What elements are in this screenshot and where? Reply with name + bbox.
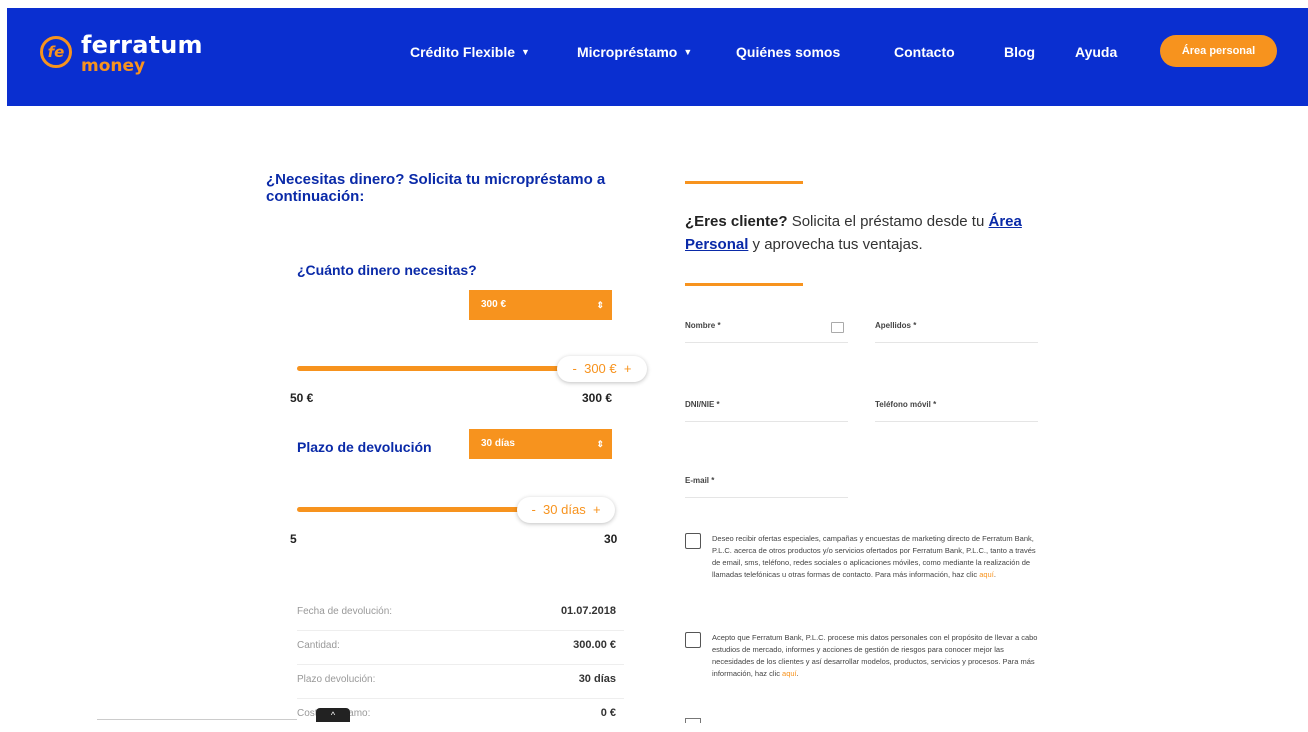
nav-contacto[interactable]: Contacto	[894, 44, 955, 60]
nav-microprestamo[interactable]: Micropréstamo ▼	[577, 44, 692, 60]
consent-text: Acepto que Ferratum Bank, P.L.C. procese…	[712, 633, 1038, 678]
next-consent-checkbox[interactable]	[685, 718, 701, 723]
apellidos-field[interactable]: Apellidos *	[875, 317, 1038, 343]
amount-slider-value: 300 €	[584, 361, 617, 376]
summary-value: 01.07.2018	[560, 605, 616, 617]
term-min: 5	[290, 532, 297, 546]
email-label: E-mail *	[685, 476, 715, 485]
fe-logo-icon: fe	[40, 36, 72, 68]
summary-value: 300.00 €	[573, 639, 616, 651]
summary-value: 30 días	[578, 673, 616, 685]
apellidos-label: Apellidos *	[875, 321, 917, 330]
divider	[685, 283, 803, 286]
telefono-label: Teléfono móvil *	[875, 400, 937, 409]
summary-row: Plazo devolución: 30 días	[297, 664, 624, 699]
term-minus-button[interactable]: -	[531, 502, 535, 517]
nav-label: Crédito Flexible	[410, 44, 516, 60]
dni-field[interactable]: DNI/NIE *	[685, 396, 848, 422]
amount-question: ¿Cuánto dinero necesitas?	[297, 262, 477, 278]
chevron-down-icon: ▼	[521, 47, 530, 57]
term-question: Plazo de devolución	[297, 439, 432, 455]
amount-select[interactable]: 300 € ⇕	[469, 290, 612, 320]
bottom-divider	[97, 719, 297, 720]
amount-plus-button[interactable]: +	[624, 361, 632, 376]
summary-key: Cantidad:	[297, 640, 340, 651]
client-text-2: y aprovecha tus ventajas.	[748, 236, 923, 253]
amount-slider-handle[interactable]: - 300 € +	[557, 356, 647, 382]
term-slider-value: 30 días	[543, 502, 586, 517]
amount-minus-button[interactable]: -	[573, 361, 577, 376]
data-processing-consent: Acepto que Ferratum Bank, P.L.C. procese…	[685, 632, 1040, 712]
client-bold: ¿Eres cliente?	[685, 213, 788, 230]
consent-end: .	[796, 669, 799, 678]
term-slider-track[interactable]	[297, 507, 527, 512]
area-personal-button[interactable]: Área personal	[1160, 35, 1277, 67]
term-max: 30	[604, 532, 618, 546]
nav-ayuda[interactable]: Ayuda	[1075, 44, 1117, 60]
marketing-consent: Deseo recibir ofertas especiales, campañ…	[685, 533, 1040, 613]
header: fe ferratum money Crédito Flexible ▼ Micr…	[0, 0, 1308, 108]
term-plus-button[interactable]: +	[593, 502, 601, 517]
nombre-label: Nombre *	[685, 321, 721, 330]
marketing-consent-checkbox[interactable]	[685, 533, 701, 549]
term-select-value: 30 días	[481, 438, 515, 449]
form-title: ¿Necesitas dinero? Solicita tu microprés…	[266, 171, 606, 205]
nombre-field[interactable]: Nombre *	[685, 317, 848, 343]
amount-max: 300 €	[582, 391, 613, 405]
amount-select-value: 300 €	[481, 299, 507, 310]
summary-row: Fecha de devolución: 01.07.2018	[297, 596, 624, 631]
consent-end: .	[993, 570, 996, 579]
data-processing-consent-checkbox[interactable]	[685, 632, 701, 648]
summary-row: Cantidad: 300.00 €	[297, 630, 624, 665]
logo-sub: money	[81, 56, 146, 76]
divider	[685, 181, 803, 184]
client-prompt: ¿Eres cliente? Solicita el préstamo desd…	[685, 210, 1045, 256]
email-field[interactable]: E-mail *	[685, 472, 848, 498]
data-processing-consent-text: Acepto que Ferratum Bank, P.L.C. procese…	[712, 632, 1040, 680]
scroll-up-button[interactable]: ^	[316, 708, 350, 722]
amount-slider-track[interactable]	[297, 366, 567, 371]
summary-key: Fecha de devolución:	[297, 606, 393, 617]
select-arrows-icon: ⇕	[596, 439, 604, 449]
consent-more-info-link[interactable]: aquí	[979, 570, 994, 579]
client-text-1: Solicita el préstamo desde tu	[787, 213, 989, 230]
select-arrows-icon: ⇕	[596, 300, 604, 310]
nav-label: Micropréstamo	[577, 44, 678, 60]
term-slider-handle[interactable]: - 30 días +	[517, 497, 615, 523]
nav-blog[interactable]: Blog	[1004, 44, 1035, 60]
telefono-field[interactable]: Teléfono móvil *	[875, 396, 1038, 422]
nav-quienes-somos[interactable]: Quiénes somos	[736, 44, 840, 60]
summary-key: Plazo devolución:	[297, 674, 376, 685]
summary-value: 0 €	[600, 707, 616, 719]
amount-min: 50 €	[290, 391, 314, 405]
marketing-consent-text: Deseo recibir ofertas especiales, campañ…	[712, 533, 1040, 581]
term-select[interactable]: 30 días ⇕	[469, 429, 612, 459]
consent-more-info-link[interactable]: aquí	[782, 669, 797, 678]
logo-name: ferratum	[81, 31, 203, 59]
navbar: fe ferratum money Crédito Flexible ▼ Micr…	[7, 8, 1308, 106]
chevron-down-icon: ▼	[683, 47, 693, 57]
dni-label: DNI/NIE *	[685, 400, 720, 409]
contact-card-icon	[831, 322, 844, 333]
nav-credito-flexible[interactable]: Crédito Flexible ▼	[410, 44, 530, 60]
